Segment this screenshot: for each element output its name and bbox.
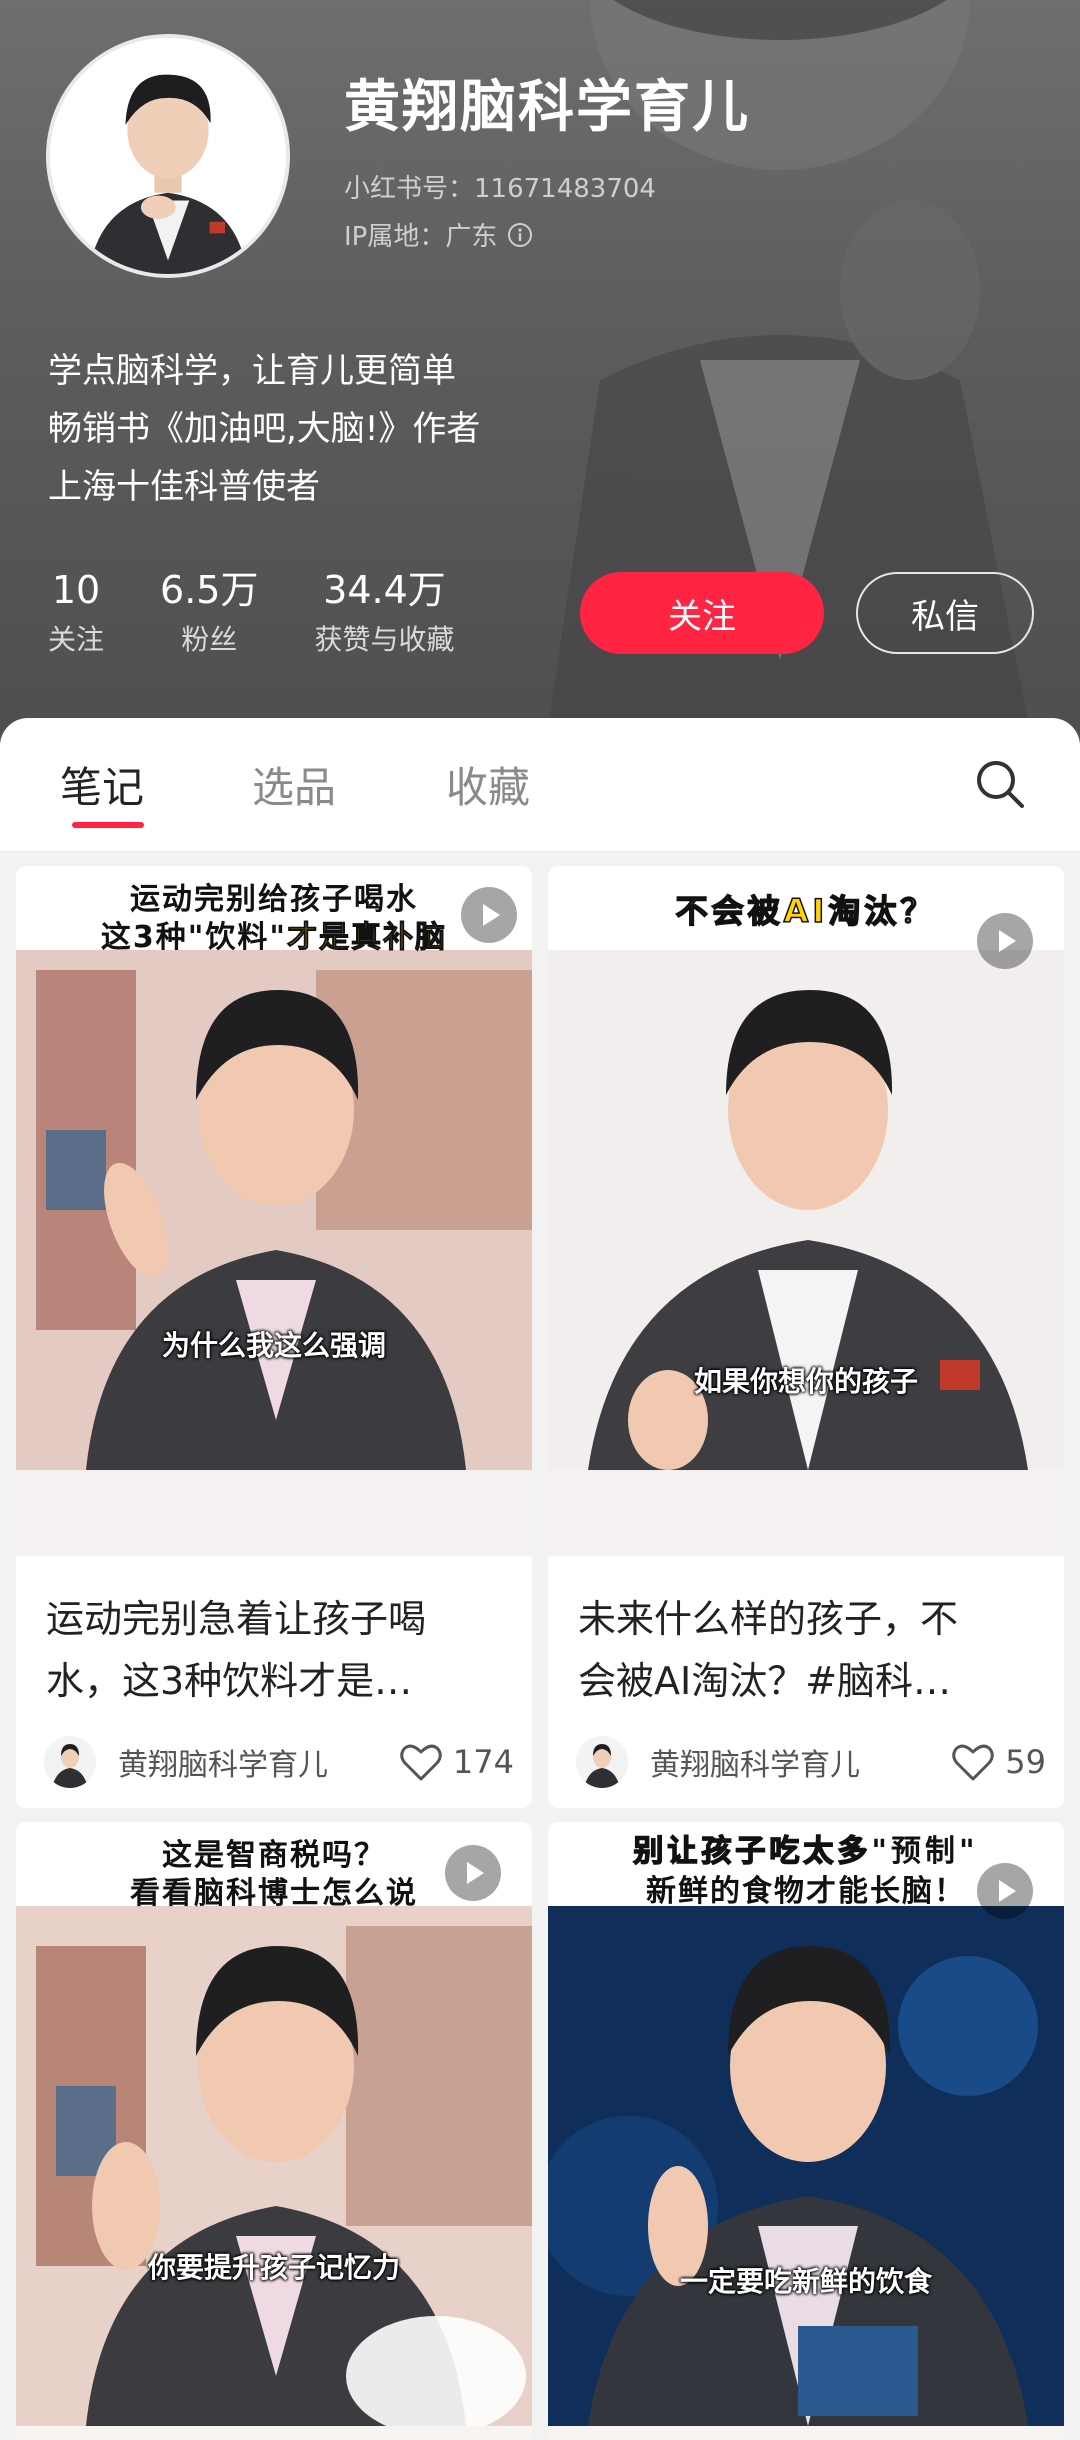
tab-products[interactable]: 选品 [252, 754, 336, 815]
avatar-portrait [50, 38, 286, 274]
note-title-line: 会被AI淘汰？#脑科… [578, 1659, 952, 1703]
author-avatar-image [44, 1736, 96, 1788]
stat-following[interactable]: 10 关注 [48, 566, 104, 660]
heart-icon [400, 1744, 442, 1781]
note-card[interactable]: 运动完别给孩子喝水 这3种"饮料"才是真补脑 为什么我这么强调 运动完别急着让孩… [16, 866, 532, 1808]
stat-label: 粉丝 [181, 623, 238, 656]
note-cover[interactable]: 这是智商税吗？ 看看脑科博士怎么说 你要提升孩子记忆力 [16, 1822, 532, 2440]
ip-location: IP属地：广东 [344, 222, 498, 252]
profile-avatar[interactable] [46, 34, 290, 278]
note-cover[interactable]: 别让孩子吃太多"预制" 新鲜的食物才能长脑！ 一定要吃新鲜的饮食 [548, 1822, 1064, 2440]
author-avatar[interactable] [44, 1736, 96, 1788]
cover-headline-part: "预制" [871, 1834, 979, 1869]
video-subtitle: 一定要吃新鲜的饮食 [679, 2265, 932, 2298]
video-subtitle: 你要提升孩子记忆力 [147, 2251, 400, 2284]
search-icon[interactable] [972, 756, 1028, 812]
play-icon [977, 1863, 1033, 1919]
note-title-line: 未来什么样的孩子，不 [578, 1597, 959, 1641]
note-title[interactable]: 运动完别急着让孩子喝 水，这3种饮料才是… [46, 1588, 510, 1712]
stat-value: 6.5万 [160, 568, 259, 612]
cover-headline-highlight: 才是真补脑 [287, 920, 448, 956]
note-title[interactable]: 未来什么样的孩子，不 会被AI淘汰？#脑科… [578, 1588, 1042, 1712]
author-name[interactable]: 黄翔脑科学育儿 [118, 1740, 328, 1784]
cover-photo [548, 1906, 1064, 2426]
play-icon [461, 887, 517, 943]
note-title-line: 运动完别急着让孩子喝 [46, 1597, 427, 1641]
stat-value: 34.4万 [323, 568, 446, 612]
note-author-row: 黄翔脑科学育儿 174 [44, 1734, 514, 1790]
author-name[interactable]: 黄翔脑科学育儿 [650, 1740, 860, 1784]
note-cover[interactable]: 运动完别给孩子喝水 这3种"饮料"才是真补脑 为什么我这么强调 [16, 866, 532, 1556]
stat-likes-collects[interactable]: 34.4万 获赞与收藏 [314, 566, 454, 660]
notes-feed: 运动完别给孩子喝水 这3种"饮料"才是真补脑 为什么我这么强调 运动完别急着让孩… [0, 852, 1080, 2440]
tab-collections[interactable]: 收藏 [446, 754, 530, 815]
profile-header: 黄翔脑科学育儿 小红书号：11671483704 IP属地：广东 学点脑科学，让… [0, 0, 1080, 760]
note-card[interactable]: 别让孩子吃太多"预制" 新鲜的食物才能长脑！ 一定要吃新鲜的饮食 [548, 1822, 1064, 2440]
ip-location-row: IP属地：广东 [344, 216, 533, 253]
cover-photo [16, 1906, 532, 2426]
cover-bottom-band [16, 1470, 532, 1556]
info-icon[interactable] [507, 222, 533, 248]
like-count: 59 [1005, 1743, 1046, 1781]
stat-followers[interactable]: 6.5万 粉丝 [160, 566, 258, 660]
cover-headline: 这3种"饮料"才是真补脑 [16, 912, 532, 956]
active-tab-indicator [72, 822, 144, 828]
note-card[interactable]: 这是智商税吗？ 看看脑科博士怎么说 你要提升孩子记忆力 [16, 1822, 532, 2440]
stat-label: 获赞与收藏 [314, 623, 455, 656]
video-subtitle: 如果你想你的孩子 [693, 1365, 918, 1398]
play-icon [977, 913, 1033, 969]
note-author-row: 黄翔脑科学育儿 59 [576, 1734, 1046, 1790]
profile-nickname: 黄翔脑科学育儿 [344, 75, 750, 140]
profile-page: 黄翔脑科学育儿 小红书号：11671483704 IP属地：广东 学点脑科学，让… [0, 0, 1080, 2440]
bio-line: 上海十佳科普使者 [48, 467, 320, 507]
cover-headline-part: 这3种"饮料" [100, 920, 288, 955]
cover-bottom-band [548, 1470, 1064, 1556]
profile-tabs: 笔记 选品 收藏 [0, 718, 1080, 852]
profile-bio: 学点脑科学，让育儿更简单 畅销书《加油吧,大脑!》作者 上海十佳科普使者 [48, 342, 480, 516]
play-icon [445, 1845, 501, 1901]
note-cover[interactable]: 不会被AI淘汰？ 如果你想你的孩子 [548, 866, 1064, 1556]
video-subtitle: 为什么我这么强调 [161, 1329, 386, 1362]
note-title-line: 水，这3种饮料才是… [46, 1659, 413, 1703]
profile-stats: 10 关注 6.5万 粉丝 34.4万 获赞与收藏 [48, 566, 510, 660]
tab-notes[interactable]: 笔记 [60, 754, 144, 815]
message-button[interactable]: 私信 [856, 572, 1034, 654]
like-count: 174 [452, 1743, 514, 1781]
red-id: 小红书号：11671483704 [344, 174, 656, 204]
cover-headline-part: 别让孩子吃太多 [633, 1833, 872, 1870]
bio-line: 学点脑科学，让育儿更简单 [48, 351, 456, 391]
stat-label: 关注 [48, 623, 105, 656]
stat-value: 10 [51, 568, 101, 612]
follow-button[interactable]: 关注 [580, 572, 824, 654]
note-card[interactable]: 不会被AI淘汰？ 如果你想你的孩子 未来什么样的孩子，不 会被AI淘汰？#脑科… [548, 866, 1064, 1808]
author-avatar[interactable] [576, 1736, 628, 1788]
author-avatar-image [576, 1736, 628, 1788]
heart-icon [952, 1744, 995, 1781]
cover-photo [16, 950, 532, 1470]
like-button[interactable]: 59 [951, 1742, 1046, 1782]
bio-line: 畅销书《加油吧,大脑!》作者 [48, 409, 481, 449]
like-button[interactable]: 174 [399, 1742, 514, 1782]
